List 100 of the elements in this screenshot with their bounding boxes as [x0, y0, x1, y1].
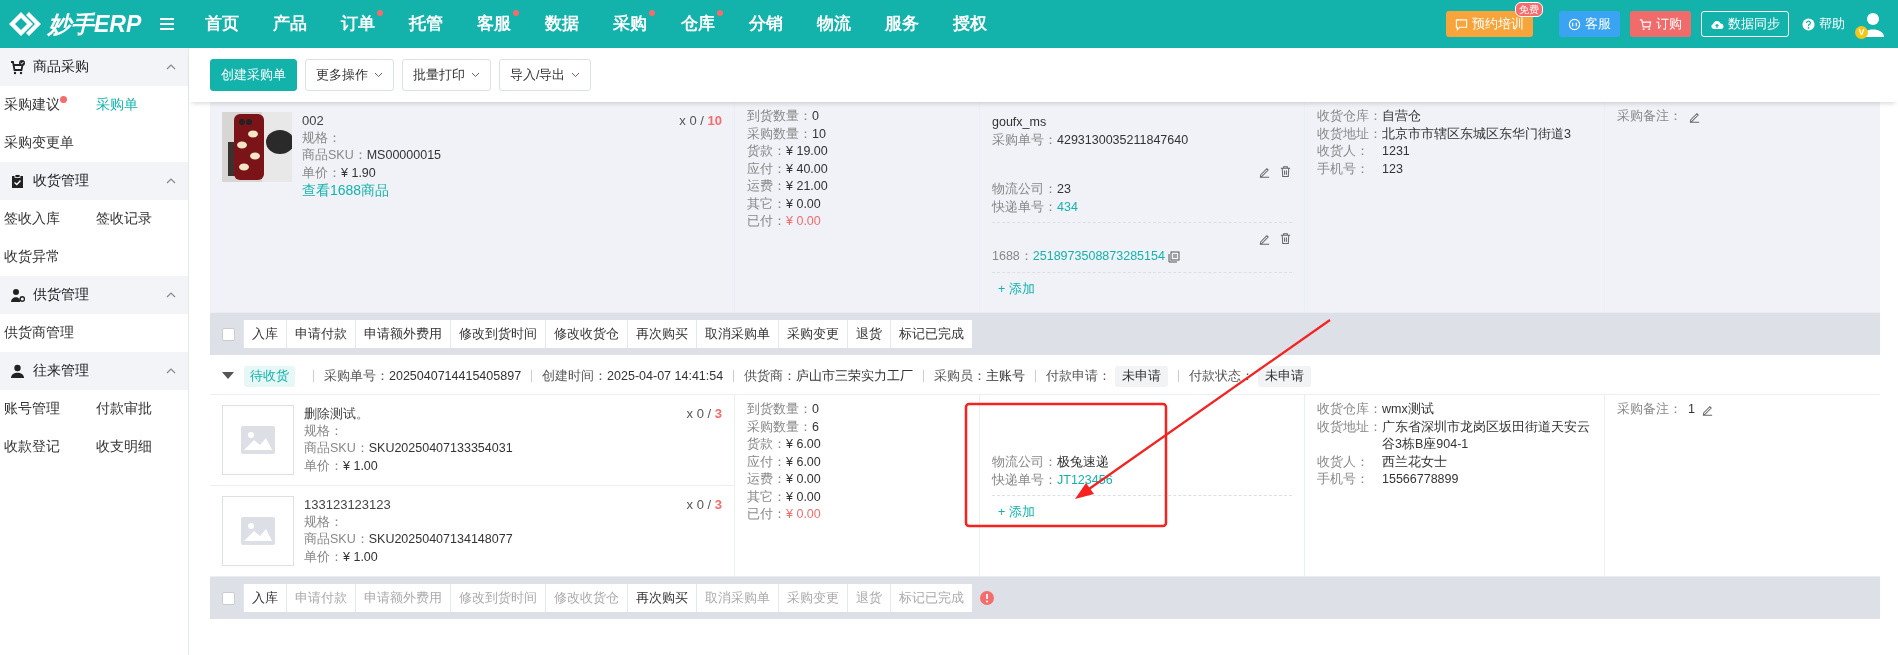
edit-icon[interactable] [1700, 403, 1714, 417]
copy-icon[interactable] [1168, 250, 1181, 263]
product-spec: 规格： [302, 129, 342, 147]
product-link[interactable]: 查看1688商品 [302, 182, 390, 198]
nav-item[interactable]: 仓库 [664, 13, 732, 35]
header-button[interactable]: 数据同步 [1701, 11, 1789, 37]
add-link[interactable]: + 添加 [992, 272, 1041, 306]
field-label: 货款： [747, 144, 786, 158]
sidebar-item[interactable]: 收货异常 [0, 238, 92, 276]
toolbar-button[interactable]: 创建采购单 [210, 59, 297, 91]
toolbar-button[interactable]: 更多操作 [305, 59, 394, 91]
amount-value: ¥ 0.00 [786, 472, 821, 486]
nav-item[interactable]: 客服 [460, 13, 528, 35]
action-button[interactable]: 申请额外费用 [355, 320, 450, 348]
tracking-link[interactable]: 434 [1057, 199, 1078, 214]
sidebar-group-header[interactable]: 往来管理 [0, 352, 188, 390]
action-button[interactable]: 退货 [847, 320, 890, 348]
status-chip: 未申请 [1258, 365, 1312, 387]
sidebar-item[interactable]: 收款登记 [0, 428, 92, 466]
toolbar-button[interactable]: 导入/导出 [499, 59, 592, 91]
sidebar-group-header[interactable]: 商品采购 [0, 48, 188, 86]
sidebar-item[interactable]: 采购单 [92, 86, 184, 124]
toolbar-button[interactable]: 批量打印 [402, 59, 491, 91]
field-value: 1231 [1382, 143, 1411, 160]
status-tag: 待收货 [244, 365, 295, 387]
header-button[interactable]: 订购 [1630, 11, 1691, 37]
nav-item[interactable]: 托管 [392, 13, 460, 35]
amount-value: ¥ 6.00 [786, 454, 821, 469]
field-value: 极兔速递 [1057, 455, 1109, 469]
nav-item[interactable]: 数据 [528, 13, 596, 35]
field-label: 到货数量： [747, 402, 812, 416]
amount-value: ¥ 19.00 [786, 144, 828, 158]
field-label: 单价： [304, 549, 343, 564]
checkbox[interactable] [222, 591, 235, 605]
sidebar-item[interactable]: 采购变更单 [0, 124, 92, 162]
checkbox[interactable] [222, 327, 235, 341]
field-value: 自营仓 [1382, 108, 1422, 125]
delete-icon[interactable] [1279, 231, 1292, 245]
nav-item[interactable]: 物流 [800, 13, 868, 35]
nav-item[interactable]: 服务 [868, 13, 936, 35]
action-button[interactable]: 入库 [243, 584, 286, 612]
person-icon [10, 363, 25, 379]
field-label: 商品SKU： [304, 441, 369, 455]
action-button[interactable]: 标记已完成 [890, 320, 972, 348]
sidebar-item[interactable]: 供货商管理 [0, 314, 92, 352]
cart-icon [1639, 17, 1652, 31]
amount-value: ¥ 0.00 [786, 196, 821, 211]
nav-item[interactable]: 订单 [324, 13, 392, 35]
field-value: 主账号 [986, 367, 1026, 385]
nav-item[interactable]: 采购 [596, 13, 664, 35]
action-button[interactable]: 修改收货仓 [545, 320, 627, 348]
action-button[interactable]: 申请付款 [286, 320, 355, 348]
sku-value: SKU20250407133354031 [368, 441, 513, 455]
edit-icon[interactable] [1688, 110, 1701, 124]
field-label: 收货地址： [1317, 125, 1382, 143]
sidebar-item[interactable]: 账号管理 [0, 390, 92, 428]
field-label: 采购员： [934, 367, 987, 385]
action-button[interactable]: 再次购买 [627, 320, 696, 348]
sidebar-group-header[interactable]: 收货管理 [0, 162, 188, 200]
field-label: 采购单号： [324, 367, 389, 385]
nav-item[interactable]: 授权 [936, 13, 1004, 35]
add-link[interactable]: + 添加 [992, 496, 1041, 530]
sidebar-item[interactable]: 采购建议 [0, 86, 92, 124]
field-label: 采购单号： [992, 132, 1057, 147]
nav-item[interactable]: 首页 [188, 13, 256, 35]
field-label: 采购数量： [747, 419, 812, 434]
nav-item[interactable]: 分销 [732, 13, 800, 35]
menu-icon[interactable] [160, 18, 174, 30]
field-label: 创建时间： [542, 367, 608, 385]
nav-item[interactable]: 产品 [256, 13, 324, 35]
field-label: 商品SKU： [302, 148, 367, 162]
amount-value: ¥ 6.00 [786, 437, 821, 451]
field-label: 已付： [747, 214, 786, 228]
amount-value: 0 [812, 109, 819, 123]
action-button[interactable]: 取消采购单 [696, 320, 778, 348]
field-value: 23 [1057, 182, 1071, 196]
field-label: 其它： [747, 196, 786, 211]
help-link[interactable]: 帮助 [1799, 11, 1848, 37]
person-gear-icon [10, 287, 25, 303]
sidebar-item[interactable]: 收支明细 [92, 428, 184, 466]
image-icon [241, 517, 275, 545]
sidebar-item[interactable]: 签收入库 [0, 200, 92, 238]
amount-value: ¥ 0.00 [786, 507, 821, 521]
sidebar-group-header[interactable]: 供货管理 [0, 276, 188, 314]
amount-value: 0 [812, 402, 819, 416]
sidebar-item[interactable]: 付款审批 [92, 390, 184, 428]
sidebar-item[interactable]: 签收记录 [92, 200, 184, 238]
field-value: 123 [1382, 160, 1404, 178]
caret-icon[interactable] [222, 372, 234, 380]
account-name: goufx_ms [992, 114, 1048, 131]
action-button[interactable]: 修改到货时间 [450, 320, 545, 348]
quantity: x 0 / 3 [686, 496, 722, 514]
action-button[interactable]: 采购变更 [778, 320, 847, 348]
tracking-link[interactable]: 2518973508873285154 [1032, 249, 1165, 263]
delete-icon[interactable] [1279, 164, 1292, 178]
product-name: 删除测试。 [304, 405, 370, 423]
header-button[interactable]: 客服 [1559, 11, 1620, 37]
action-button[interactable]: 入库 [243, 320, 286, 348]
action-button[interactable]: 再次购买 [627, 584, 696, 612]
field-value: 2025040714415405897 [389, 369, 522, 383]
